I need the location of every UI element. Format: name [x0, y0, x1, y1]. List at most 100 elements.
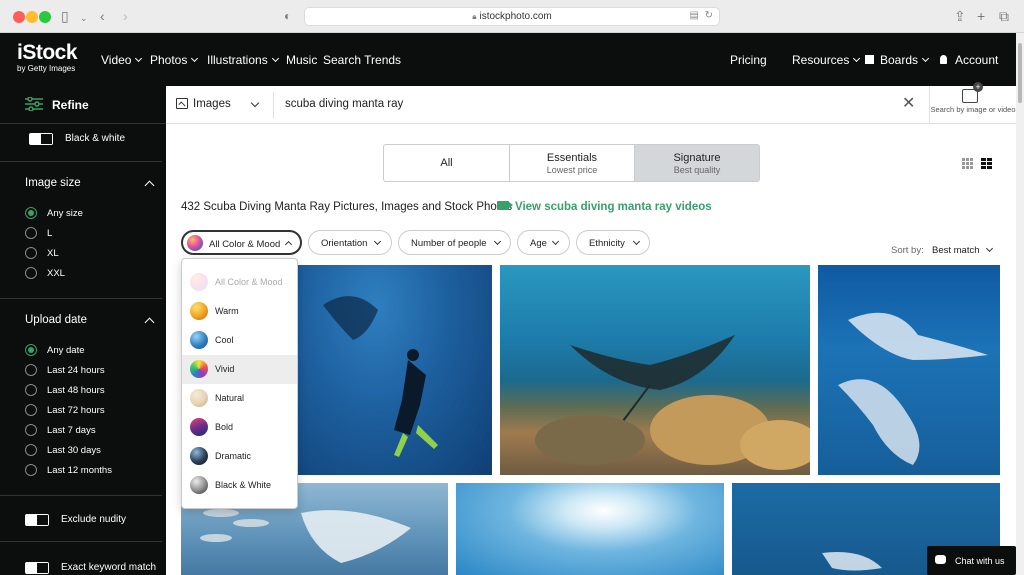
exclude-nudity-toggle[interactable]	[25, 514, 49, 526]
image-size-title[interactable]: Image size	[25, 177, 81, 189]
chevron-down-icon	[632, 237, 641, 246]
mood-option-natural[interactable]: Natural	[182, 384, 297, 413]
black-white-toggle[interactable]	[29, 133, 53, 145]
color-mood-filter[interactable]: All Color & Mood	[181, 230, 302, 255]
date-30d-radio[interactable]	[25, 444, 37, 456]
forward-arrow-icon[interactable]: ›	[123, 8, 128, 24]
upload-date-title[interactable]: Upload date	[25, 314, 87, 326]
exclude-nudity-label: Exclude nudity	[61, 514, 127, 525]
date-option-label: Last 24 hours	[47, 365, 105, 376]
grid-view-icon[interactable]	[981, 158, 992, 169]
camera-search-icon	[962, 82, 983, 103]
zoom-window-button[interactable]	[39, 11, 51, 23]
clear-search-icon[interactable]: ✕	[902, 96, 915, 112]
chevron-up-icon[interactable]	[144, 317, 155, 328]
browser-toolbar: ▯ ⌄ ‹ › ◐ 🔒︎ istockphoto.com ▤ ↻ ⇪ + ⧉	[0, 0, 1024, 33]
size-any-radio[interactable]	[25, 207, 37, 219]
nav-photos[interactable]: Photos	[150, 53, 199, 67]
mood-option-all[interactable]: All Color & Mood	[182, 268, 297, 297]
date-12m-radio[interactable]	[25, 464, 37, 476]
chevron-down-icon	[271, 54, 279, 63]
mood-option-vivid[interactable]: Vivid	[182, 355, 297, 384]
sidebar-toggle-icon[interactable]: ▯	[61, 8, 69, 24]
nav-search-trends[interactable]: Search Trends	[323, 53, 401, 67]
mood-option-black-white[interactable]: Black & White	[182, 471, 297, 500]
age-filter[interactable]: Age	[517, 230, 570, 255]
nav-boards[interactable]: Boards	[865, 53, 930, 67]
chevron-down-icon	[135, 54, 143, 63]
chevron-down-icon	[551, 237, 560, 246]
date-48h-radio[interactable]	[25, 384, 37, 396]
orientation-filter[interactable]: Orientation	[308, 230, 392, 255]
tab-all[interactable]: All	[383, 144, 510, 182]
refine-header[interactable]: Refine	[0, 86, 166, 124]
chevron-down-icon[interactable]	[985, 244, 994, 253]
mood-option-dramatic[interactable]: Dramatic	[182, 442, 297, 471]
url-text: istockphoto.com	[479, 11, 552, 22]
size-xl-radio[interactable]	[25, 247, 37, 259]
mosaic-view-icon[interactable]	[962, 158, 973, 169]
search-type-select[interactable]: Images	[193, 98, 231, 110]
size-option-label: XL	[47, 248, 59, 259]
photo-mantas-underside[interactable]	[818, 265, 1000, 475]
chevron-up-icon[interactable]	[144, 180, 155, 191]
back-arrow-icon[interactable]: ‹	[100, 8, 105, 24]
date-option-label: Any date	[47, 345, 85, 356]
boards-icon	[865, 55, 874, 64]
photo-sun-through-water[interactable]	[456, 483, 724, 575]
photo-diver-manta[interactable]	[298, 265, 492, 475]
address-bar[interactable]: 🔒︎ istockphoto.com ▤ ↻	[304, 7, 720, 26]
close-window-button[interactable]	[13, 11, 25, 23]
new-tab-icon[interactable]: +	[977, 8, 985, 24]
user-icon	[940, 55, 947, 64]
share-icon[interactable]: ⇪	[954, 8, 966, 24]
chevron-down-icon[interactable]: ⌄	[80, 10, 88, 26]
page-scrollbar[interactable]	[1016, 33, 1024, 575]
exact-keyword-label: Exact keyword match	[61, 562, 157, 573]
image-icon	[176, 98, 188, 109]
nav-pricing[interactable]: Pricing	[730, 53, 767, 67]
date-any-radio[interactable]	[25, 344, 37, 356]
reload-icon[interactable]: ↻	[705, 10, 713, 21]
sort-select[interactable]: Best match	[932, 245, 980, 256]
size-xxl-radio[interactable]	[25, 267, 37, 279]
mood-option-warm[interactable]: Warm	[182, 297, 297, 326]
mood-option-cool[interactable]: Cool	[182, 326, 297, 355]
photo-eagle-ray-reef[interactable]	[500, 265, 810, 475]
black-white-label: Black & white	[65, 133, 126, 144]
date-option-label: Last 7 days	[47, 425, 96, 436]
date-7d-radio[interactable]	[25, 424, 37, 436]
minimize-window-button[interactable]	[26, 11, 38, 23]
number-of-people-filter[interactable]: Number of people	[398, 230, 511, 255]
istock-logo[interactable]: iStock by Getty Images	[17, 42, 78, 74]
tab-signature[interactable]: Signature Best quality	[634, 144, 760, 182]
chevron-down-icon[interactable]	[250, 98, 260, 108]
date-option-label: Last 12 months	[47, 465, 112, 476]
lock-icon: 🔒︎	[472, 12, 477, 21]
refine-sidebar: Refine Black & white Image size Any size…	[0, 86, 166, 575]
tab-essentials[interactable]: Essentials Lowest price	[509, 144, 635, 182]
size-l-radio[interactable]	[25, 227, 37, 239]
color-mood-dropdown: All Color & Mood Warm Cool Vivid Natural…	[181, 258, 298, 509]
size-option-label: L	[47, 228, 53, 239]
view-videos-link[interactable]: View scuba diving manta ray videos	[497, 201, 712, 213]
chat-with-us-button[interactable]: Chat with us	[927, 546, 1016, 575]
nav-music[interactable]: Music	[286, 53, 317, 67]
mood-option-bold[interactable]: Bold	[182, 413, 297, 442]
chevron-down-icon	[493, 237, 502, 246]
chevron-down-icon	[921, 54, 930, 63]
chevron-down-icon	[853, 54, 861, 63]
nav-account[interactable]: Account	[940, 53, 998, 67]
nav-resources[interactable]: Resources	[792, 53, 861, 67]
ethnicity-filter[interactable]: Ethnicity	[576, 230, 650, 255]
shield-icon[interactable]: ◐	[284, 8, 291, 24]
tab-overview-icon[interactable]: ⧉	[999, 8, 1009, 24]
translate-icon[interactable]: ▤	[690, 10, 699, 21]
date-72h-radio[interactable]	[25, 404, 37, 416]
date-24h-radio[interactable]	[25, 364, 37, 376]
nav-video[interactable]: Video	[101, 53, 143, 67]
search-by-image-button[interactable]: Search by image or video	[930, 82, 1016, 124]
exact-keyword-toggle[interactable]	[25, 562, 49, 574]
nav-illustrations[interactable]: Illustrations	[207, 53, 279, 67]
search-input[interactable]: scuba diving manta ray	[285, 98, 403, 110]
